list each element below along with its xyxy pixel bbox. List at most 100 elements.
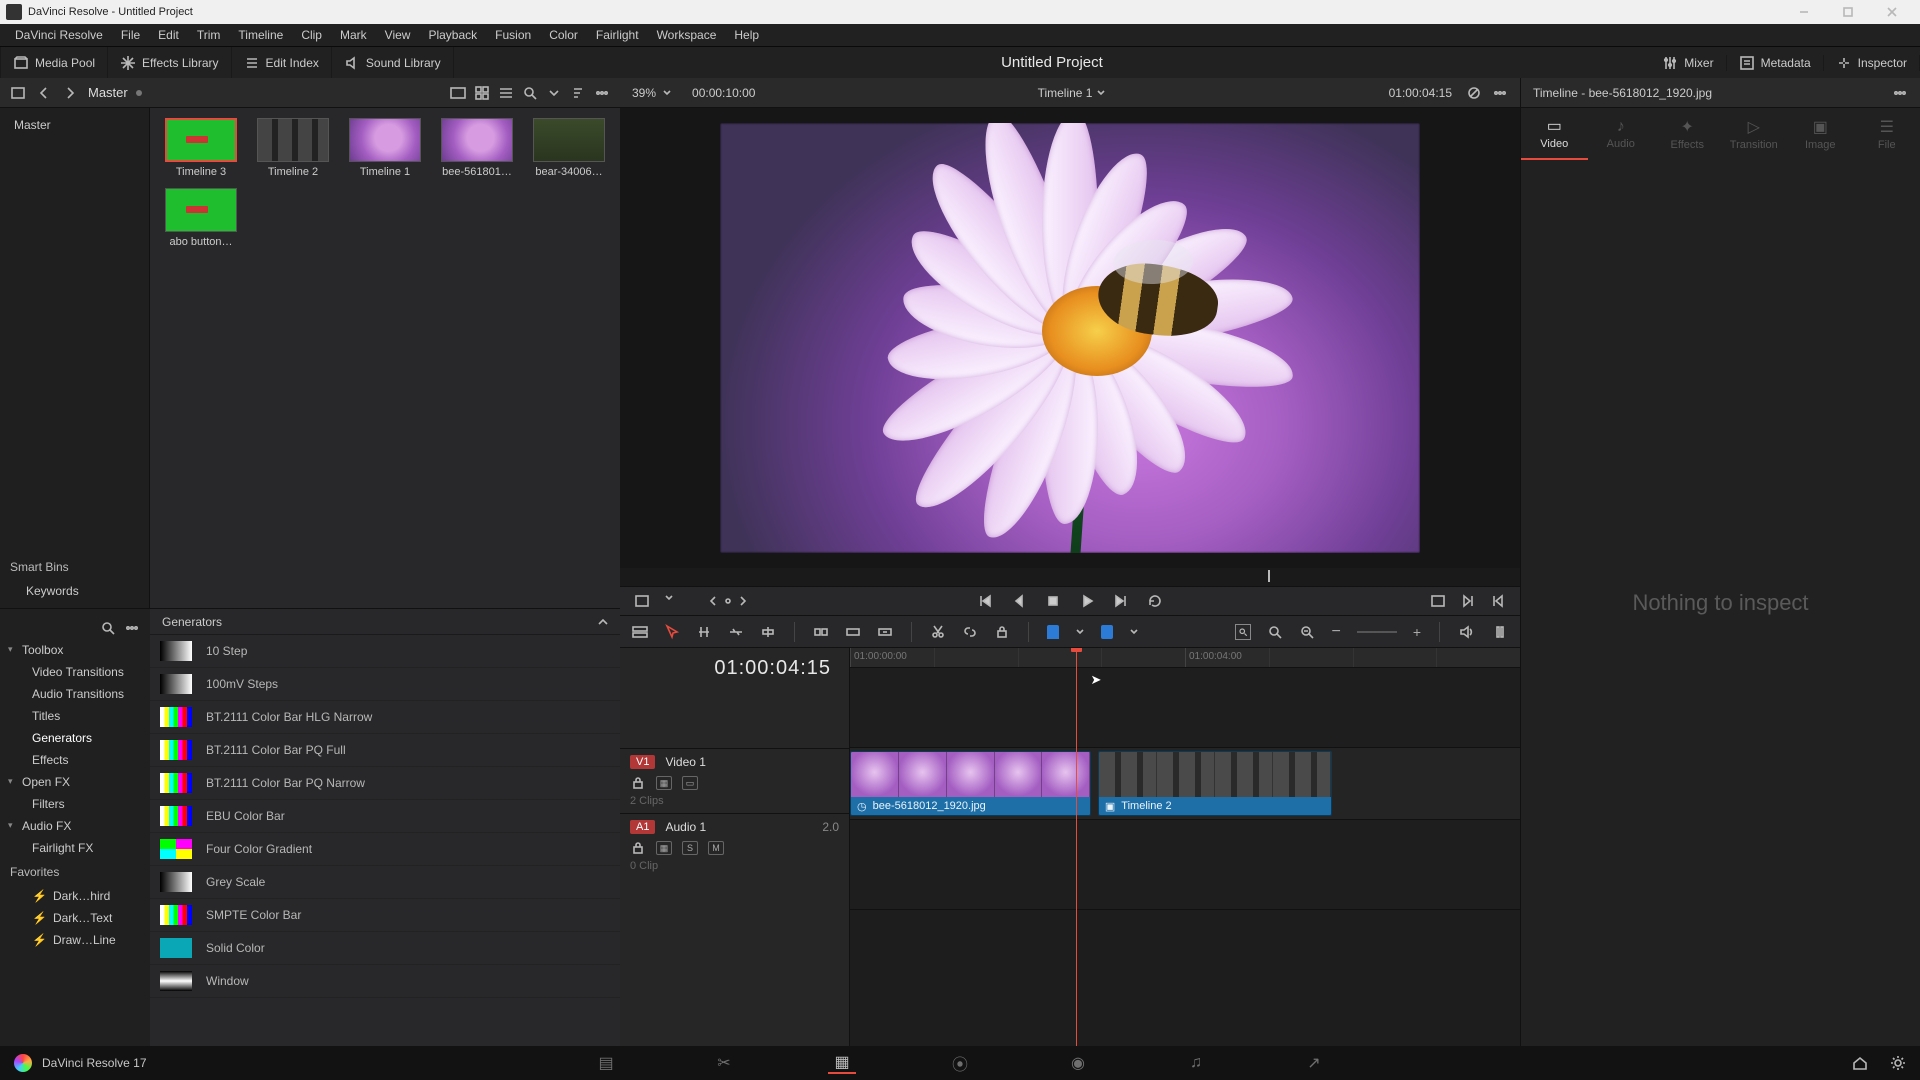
effect-item[interactable]: Grey Scale	[150, 866, 620, 899]
chevron-down-icon[interactable]	[546, 85, 562, 101]
smart-bin-keywords[interactable]: Keywords	[8, 580, 141, 602]
zoom-out-button[interactable]: −	[1331, 623, 1340, 641]
tree-audiofx[interactable]: Audio FX	[4, 815, 146, 837]
zoom-slider[interactable]	[1357, 631, 1397, 633]
page-fusion[interactable]: ⦿	[946, 1052, 974, 1074]
menu-file[interactable]: File	[112, 28, 149, 42]
grid-view-icon[interactable]	[474, 85, 490, 101]
page-fairlight[interactable]: ♫	[1182, 1052, 1210, 1074]
window-maximize[interactable]	[1826, 0, 1870, 24]
page-deliver[interactable]: ↗	[1300, 1052, 1328, 1074]
page-cut[interactable]: ✂	[710, 1052, 738, 1074]
dim-icon[interactable]	[1492, 624, 1508, 640]
home-icon[interactable]	[1852, 1055, 1868, 1071]
viewer-timecode[interactable]: 01:00:04:15	[1389, 86, 1452, 100]
viewer-mode-icon[interactable]	[634, 593, 650, 609]
chevron-down-icon[interactable]	[1096, 88, 1106, 98]
go-start-icon[interactable]	[977, 593, 993, 609]
back-icon[interactable]	[36, 85, 52, 101]
chevron-down-icon[interactable]	[664, 593, 674, 603]
custom-zoom-icon[interactable]	[1299, 624, 1315, 640]
dynamic-trim-icon[interactable]	[728, 624, 744, 640]
menu-help[interactable]: Help	[725, 28, 768, 42]
panel-menu-icon[interactable]	[10, 85, 26, 101]
menu-timeline[interactable]: Timeline	[229, 28, 292, 42]
forward-icon[interactable]	[62, 85, 78, 101]
track-badge[interactable]: A1	[630, 820, 655, 834]
fx-more-icon[interactable]	[124, 620, 140, 636]
media-pool-button[interactable]: Media Pool	[0, 47, 108, 78]
current-edit-icon[interactable]	[724, 597, 732, 605]
menu-trim[interactable]: Trim	[188, 28, 230, 42]
mixer-button[interactable]: Mixer	[1650, 55, 1726, 71]
media-thumb[interactable]	[533, 118, 605, 162]
effect-item[interactable]: BT.2111 Color Bar HLG Narrow	[150, 701, 620, 734]
more-icon[interactable]	[594, 85, 610, 101]
zoom-in-button[interactable]: +	[1413, 624, 1421, 640]
lock-icon[interactable]	[630, 775, 646, 791]
inspector-tab-video[interactable]: ▭Video	[1521, 108, 1588, 160]
tree-toolbox[interactable]: Toolbox	[4, 639, 146, 661]
effect-item[interactable]: EBU Color Bar	[150, 800, 620, 833]
tree-item[interactable]: Fairlight FX	[4, 837, 146, 859]
timeline-view-icon[interactable]	[632, 624, 648, 640]
disable-video-icon[interactable]: ▭	[682, 776, 698, 790]
tree-item[interactable]: Video Transitions	[4, 661, 146, 683]
inspector-tab-audio[interactable]: ♪Audio	[1588, 108, 1655, 160]
effect-item[interactable]: Solid Color	[150, 932, 620, 965]
menu-view[interactable]: View	[376, 28, 420, 42]
chevron-down-icon[interactable]	[1075, 627, 1085, 637]
lock-icon[interactable]	[994, 624, 1010, 640]
inspector-tab-file[interactable]: ☰File	[1854, 108, 1920, 160]
metadata-button[interactable]: Metadata	[1727, 55, 1824, 71]
strip-view-icon[interactable]	[450, 85, 466, 101]
media-thumb[interactable]	[165, 118, 237, 162]
monitor-audio-icon[interactable]	[1458, 624, 1474, 640]
inspector-button[interactable]: Inspector	[1824, 55, 1920, 71]
next-clip-icon[interactable]	[1460, 593, 1476, 609]
stop-icon[interactable]	[1045, 593, 1061, 609]
tree-item[interactable]: Audio Transitions	[4, 683, 146, 705]
full-extent-zoom-icon[interactable]	[1235, 624, 1251, 640]
sort-icon[interactable]	[570, 85, 586, 101]
track-head-a1[interactable]: A1Audio 12.0 ▦ S M 0 Clip	[620, 813, 849, 878]
media-item[interactable]: Timeline 2	[250, 118, 336, 178]
menu-clip[interactable]: Clip	[292, 28, 331, 42]
viewer-zoom[interactable]: 39%	[632, 86, 656, 100]
clip[interactable]: ◷bee-5618012_1920.jpg	[850, 751, 1091, 816]
effect-item[interactable]: Four Color Gradient	[150, 833, 620, 866]
blade-tool-icon[interactable]	[760, 624, 776, 640]
media-thumb[interactable]	[349, 118, 421, 162]
menu-fairlight[interactable]: Fairlight	[587, 28, 648, 42]
chevron-down-icon[interactable]	[1129, 627, 1139, 637]
next-edit-icon[interactable]	[738, 596, 748, 606]
effect-item[interactable]: 100mV Steps	[150, 668, 620, 701]
selection-tool-icon[interactable]	[664, 624, 680, 640]
inspector-tab-transition[interactable]: ▷Transition	[1721, 108, 1788, 160]
timeline-ruler[interactable]: 01:00:00:0001:00:04:0001:00:08:00	[850, 648, 1520, 668]
media-item[interactable]: bear-34006…	[526, 118, 612, 178]
tree-item[interactable]: Titles	[4, 705, 146, 727]
page-edit[interactable]: ▦	[828, 1052, 856, 1074]
go-end-icon[interactable]	[1113, 593, 1129, 609]
loop-icon[interactable]	[1147, 593, 1163, 609]
favorite-item[interactable]: ⚡Dark…Text	[4, 907, 146, 929]
bin-master[interactable]: Master	[8, 114, 141, 136]
media-item[interactable]: abo button…	[158, 188, 244, 248]
play-icon[interactable]	[1079, 593, 1095, 609]
media-thumb[interactable]	[165, 188, 237, 232]
auto-select-icon[interactable]: ▦	[656, 841, 672, 855]
favorite-item[interactable]: ⚡Dark…hird	[4, 885, 146, 907]
fx-search-icon[interactable]	[100, 620, 116, 636]
media-item[interactable]: Timeline 3	[158, 118, 244, 178]
search-icon[interactable]	[522, 85, 538, 101]
viewer[interactable]	[620, 108, 1520, 568]
bypass-icon[interactable]	[1466, 85, 1482, 101]
tree-item[interactable]: Generators	[4, 727, 146, 749]
replace-icon[interactable]	[877, 624, 893, 640]
detail-zoom-icon[interactable]	[1267, 624, 1283, 640]
project-settings-icon[interactable]	[1890, 1055, 1906, 1071]
track-v1[interactable]: ◷bee-5618012_1920.jpg▣Timeline 2	[850, 748, 1520, 820]
marker-icon[interactable]	[1101, 625, 1113, 639]
media-thumb[interactable]	[257, 118, 329, 162]
